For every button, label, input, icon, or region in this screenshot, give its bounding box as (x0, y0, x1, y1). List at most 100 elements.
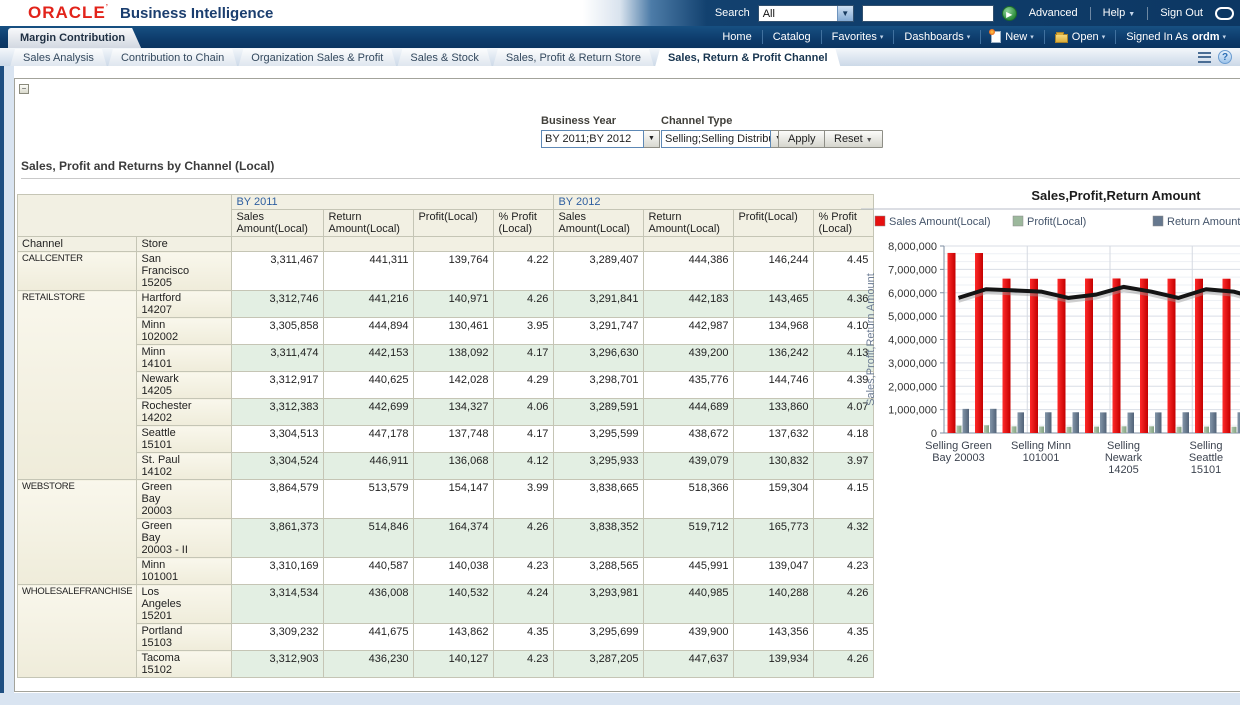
apply-button[interactable]: Apply (778, 130, 826, 148)
store-cell: San Francisco 15205 (137, 252, 232, 291)
chevron-down-icon[interactable]: ▼ (644, 130, 660, 148)
value-cell: 445,991 (644, 558, 734, 585)
profit-bar[interactable] (984, 425, 989, 433)
value-cell: 164,374 (414, 519, 494, 558)
value-cell: 3,295,699 (554, 624, 644, 651)
table-row: WEBSTOREGreen Bay 200033,864,579513,5791… (18, 480, 874, 519)
chevron-down-icon[interactable]: ▼ (837, 6, 853, 21)
value-cell: 3,312,903 (232, 651, 324, 678)
value-cell: 513,579 (324, 480, 414, 519)
value-cell: 3,309,232 (232, 624, 324, 651)
profit-bar[interactable] (1177, 427, 1182, 433)
nav-item-new[interactable]: New▾ (980, 30, 1044, 44)
profit-bar[interactable] (1122, 426, 1127, 433)
nav-item-favorites[interactable]: Favorites▾ (821, 30, 894, 44)
table-row: Portland 151033,309,232441,675143,8624.3… (18, 624, 874, 651)
profit-bar[interactable] (957, 426, 962, 433)
table-row: St. Paul 141023,304,524446,911136,0684.1… (18, 453, 874, 480)
sales-bar[interactable] (1195, 279, 1203, 433)
chart-svg: Sales,Profit,Return AmountSales Amount(L… (861, 186, 1240, 516)
chevron-down-icon: ▾ (880, 33, 884, 41)
sales-bar[interactable] (948, 253, 956, 433)
value-cell: 3.95 (494, 318, 554, 345)
value-cell: 447,178 (324, 426, 414, 453)
help-menu[interactable]: Help▼ (1099, 7, 1140, 19)
page-options-icon[interactable] (1198, 52, 1211, 63)
return-bar[interactable] (990, 409, 997, 433)
nav-item-catalog[interactable]: Catalog (762, 30, 821, 44)
sales-bar[interactable] (1030, 279, 1038, 433)
value-cell: 442,699 (324, 399, 414, 426)
value-cell: 136,068 (414, 453, 494, 480)
channel-type-label: Channel Type (661, 115, 732, 127)
search-input[interactable] (862, 5, 994, 22)
return-bar[interactable] (1155, 412, 1162, 433)
value-cell: 4.26 (814, 651, 874, 678)
return-bar[interactable] (1045, 412, 1052, 433)
legend-swatch (1153, 216, 1163, 226)
search-go-icon[interactable]: ▶ (1002, 6, 1017, 21)
x-axis-label: 14205 (1108, 464, 1139, 476)
return-bar[interactable] (1210, 412, 1217, 433)
value-cell: 3,288,565 (554, 558, 644, 585)
help-icon[interactable]: ? (1218, 50, 1232, 64)
value-cell: 3,310,169 (232, 558, 324, 585)
sales-bar[interactable] (1140, 279, 1148, 433)
business-year-select[interactable]: BY 2011;BY 2012 ▼ (541, 130, 660, 148)
legend-swatch (875, 216, 885, 226)
nav-item-dashboards[interactable]: Dashboards▾ (893, 30, 980, 44)
sales-bar[interactable] (1223, 279, 1231, 433)
business-year-label: Business Year (541, 115, 616, 127)
chevron-down-icon: ▼ (1128, 11, 1135, 18)
sign-out-link[interactable]: Sign Out (1156, 7, 1207, 19)
nav-item-signed-in-as[interactable]: Signed In Asordm▾ (1115, 30, 1236, 44)
table-row: Minn 141013,311,474442,153138,0924.173,2… (18, 345, 874, 372)
profit-bar[interactable] (1204, 427, 1209, 433)
sales-profit-return-chart[interactable]: Sales,Profit,Return AmountSales Amount(L… (861, 186, 1240, 516)
return-bar[interactable] (1128, 413, 1135, 433)
return-bar[interactable] (1183, 412, 1190, 433)
profit-bar[interactable] (1067, 427, 1072, 433)
profit-bar[interactable] (1012, 426, 1017, 433)
nav-item-open[interactable]: Open▾ (1044, 30, 1115, 44)
tab-sales-stock[interactable]: Sales & Stock (397, 49, 491, 67)
collapse-section-button[interactable]: − (19, 84, 29, 94)
tab-contribution-to-chain[interactable]: Contribution to Chain (108, 49, 237, 67)
channel-cell: CALLCENTER (18, 252, 137, 291)
column-header: Return Amount(Local) (324, 210, 414, 237)
profit-bar[interactable] (1149, 426, 1154, 433)
sales-bar[interactable] (1003, 279, 1011, 433)
global-nav-links: HomeCatalogFavorites▾Dashboards▾New▾Open… (712, 26, 1236, 48)
value-cell: 3,312,917 (232, 372, 324, 399)
channel-type-select[interactable]: Selling;Selling Distribu ▼ (661, 130, 787, 148)
search-scope-select[interactable]: All ▼ (758, 5, 854, 22)
legend-label: Sales Amount(Local) (889, 216, 991, 228)
global-search-area: Search All ▼ ▶ Advanced Help▼ Sign Out (715, 0, 1234, 26)
return-bar[interactable] (1073, 412, 1080, 433)
reset-button[interactable]: Reset▼ (824, 130, 883, 148)
tab-sales-profit-return-store[interactable]: Sales, Profit & Return Store (493, 49, 654, 67)
sales-bar[interactable] (1113, 278, 1121, 433)
chevron-down-icon: ▾ (967, 33, 971, 41)
dashboard-tab-margin-contribution[interactable]: Margin Contribution (8, 28, 141, 48)
profit-bar[interactable] (1039, 426, 1044, 433)
tab-sales-return-profit-channel[interactable]: Sales, Return & Profit Channel (655, 49, 841, 67)
sales-bar[interactable] (975, 253, 983, 433)
return-bar[interactable] (963, 409, 970, 433)
profit-bar[interactable] (1232, 427, 1237, 433)
advanced-link[interactable]: Advanced (1025, 7, 1082, 19)
value-cell: 518,366 (644, 480, 734, 519)
column-header: % Profit (Local) (494, 210, 554, 237)
x-axis-label: 101001 (1023, 452, 1060, 464)
nav-item-home[interactable]: Home (712, 30, 761, 44)
tab-sales-analysis[interactable]: Sales Analysis (10, 49, 107, 67)
value-cell: 438,672 (644, 426, 734, 453)
value-cell: 3,838,352 (554, 519, 644, 558)
tab-organization-sales-profit[interactable]: Organization Sales & Profit (238, 49, 396, 67)
value-cell: 436,230 (324, 651, 414, 678)
return-bar[interactable] (1018, 412, 1025, 433)
return-bar[interactable] (1100, 412, 1107, 433)
sales-bar[interactable] (1085, 279, 1093, 433)
y-axis-tick: 2,000,000 (888, 381, 937, 393)
profit-bar[interactable] (1094, 427, 1099, 433)
